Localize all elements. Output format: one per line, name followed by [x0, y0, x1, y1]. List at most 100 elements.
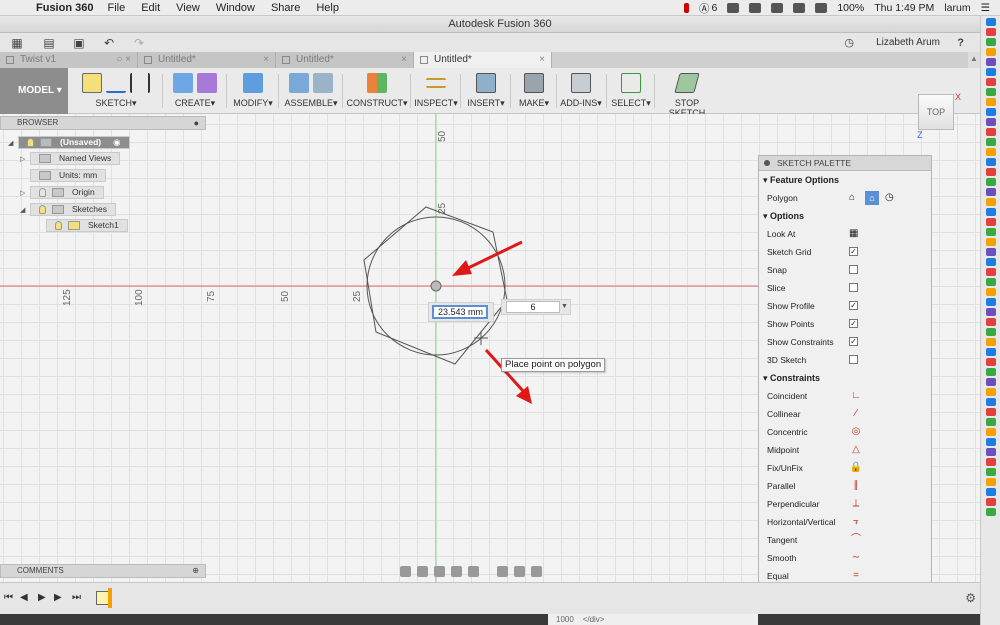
dock-app-icon[interactable]	[985, 438, 996, 446]
timeline-marker[interactable]	[108, 588, 112, 608]
tab-untitled-1[interactable]: Untitled* ×	[138, 52, 276, 68]
create-sketch-icon[interactable]	[82, 73, 102, 93]
dock-app-icon[interactable]	[985, 448, 996, 456]
job-status-icon[interactable]: ◷	[844, 36, 854, 49]
checkbox[interactable]	[849, 283, 858, 292]
visibility-bulb-icon[interactable]	[39, 188, 46, 197]
help-icon[interactable]: ?	[957, 37, 964, 49]
gear-icon[interactable]: ⚙	[965, 591, 976, 605]
timeline-play-icon[interactable]: ▶	[38, 592, 46, 603]
sides-dropdown-icon[interactable]: ▼	[561, 301, 570, 313]
dock-app-icon[interactable]	[985, 238, 996, 246]
horizontal-vertical-icon[interactable]: ⫟	[849, 517, 863, 527]
insert-image-icon[interactable]	[476, 73, 496, 93]
checkbox[interactable]: ✓	[849, 319, 858, 328]
extrude-icon[interactable]	[173, 73, 193, 93]
dock-app-icon[interactable]	[985, 498, 996, 506]
stop-sketch-button[interactable]: STOP SKETCH	[656, 68, 718, 118]
menu-help[interactable]: Help	[316, 2, 339, 14]
add-ins-group[interactable]: ADD-INS▾	[558, 68, 604, 114]
constraint-row-smooth[interactable]: Smooth ∼	[759, 549, 931, 567]
viewcube[interactable]: TOP	[918, 94, 954, 130]
sketch1-node[interactable]: Sketch1	[46, 219, 128, 232]
undo-icon[interactable]: ↶	[102, 37, 116, 49]
user-name[interactable]: Lizabeth Arum	[876, 37, 940, 48]
root-node[interactable]: (Unsaved) ◉	[18, 136, 130, 149]
inscribed-polygon-icon[interactable]: ⌂	[865, 191, 879, 205]
checkbox[interactable]	[849, 355, 858, 364]
dock-app-icon[interactable]	[985, 148, 996, 156]
dock-app-icon[interactable]	[985, 68, 996, 76]
dock-app-icon[interactable]	[985, 18, 996, 26]
constraint-row-concentric[interactable]: Concentric ◎	[759, 423, 931, 441]
dock-app-icon[interactable]	[985, 488, 996, 496]
checkbox[interactable]: ✓	[849, 247, 858, 256]
close-icon[interactable]: ×	[263, 52, 269, 68]
constraint-row-coincident[interactable]: Coincident ∟	[759, 387, 931, 405]
collapse-icon[interactable]: ●	[194, 117, 199, 129]
dock-app-icon[interactable]	[985, 418, 996, 426]
expand-icon[interactable]: ◢	[8, 139, 18, 147]
insert-group[interactable]: INSERT▾	[464, 68, 508, 114]
origin-node[interactable]: Origin	[30, 186, 104, 199]
option-row-show-profile[interactable]: Show Profile ✓	[759, 297, 931, 315]
dock-app-icon[interactable]	[985, 298, 996, 306]
midpoint-icon[interactable]: △	[849, 445, 863, 455]
browser-sketch1[interactable]: Sketch1	[46, 219, 128, 232]
constraint-row-collinear[interactable]: Collinear ⁄	[759, 405, 931, 423]
grid-settings-icon[interactable]	[531, 566, 542, 577]
add-comment-icon[interactable]: ⊕	[192, 565, 199, 577]
dock-app-icon[interactable]	[985, 358, 996, 366]
active-radio-icon[interactable]: ◉	[113, 137, 120, 148]
dimension-icon[interactable]	[130, 73, 150, 93]
workspace-switcher[interactable]: MODEL ▾	[0, 68, 68, 114]
file-icon[interactable]: ▤	[42, 37, 56, 49]
line-icon[interactable]	[106, 73, 126, 93]
clock[interactable]: Thu 1:49 PM	[874, 2, 934, 14]
tangent-icon[interactable]: ⌒	[849, 535, 863, 545]
measure-icon[interactable]	[426, 78, 446, 88]
option-row-show-constraints[interactable]: Show Constraints ✓	[759, 333, 931, 351]
browser-header[interactable]: BROWSER ●	[0, 116, 206, 130]
menu-view[interactable]: View	[176, 2, 200, 14]
cloud-icon[interactable]	[771, 3, 784, 13]
coincident-icon[interactable]: ∟	[849, 391, 863, 401]
sketch-group[interactable]: SKETCH▾	[72, 68, 160, 114]
named-views-node[interactable]: Named Views	[30, 152, 121, 165]
menu-window[interactable]: Window	[216, 2, 255, 14]
expand-icon[interactable]: ◢	[20, 206, 30, 214]
checkbox[interactable]: ✓	[849, 301, 858, 310]
user-menu[interactable]: larum	[944, 2, 970, 14]
browser-units[interactable]: Units: mm	[30, 169, 107, 182]
dock-app-icon[interactable]	[985, 78, 996, 86]
sides-input[interactable]: 6	[506, 301, 560, 313]
dock-app-icon[interactable]	[985, 378, 996, 386]
pan-icon[interactable]	[434, 566, 445, 577]
dock-app-icon[interactable]	[985, 478, 996, 486]
dock-app-icon[interactable]	[985, 288, 996, 296]
timeline-end-icon[interactable]: ⏭	[72, 592, 81, 603]
scripts-icon[interactable]	[571, 73, 591, 93]
battery-percent[interactable]: 100%	[837, 2, 864, 14]
dock-app-icon[interactable]	[985, 248, 996, 256]
home-icon[interactable]	[749, 3, 762, 13]
tab-untitled-active[interactable]: Untitled* ×	[414, 52, 552, 68]
dock-app-icon[interactable]	[985, 388, 996, 396]
parallel-icon[interactable]: ∥	[849, 481, 863, 491]
dock-app-icon[interactable]	[985, 228, 996, 236]
options-header[interactable]: ▾ Options	[759, 207, 931, 225]
dock-app-icon[interactable]	[985, 188, 996, 196]
checkbox[interactable]	[849, 265, 858, 274]
constraints-header[interactable]: ▾ Constraints	[759, 369, 931, 387]
dock-app-icon[interactable]	[985, 178, 996, 186]
diameter-input[interactable]: 23.543 mm	[432, 305, 488, 319]
browser-origin[interactable]: ▷ Origin	[20, 186, 104, 199]
dock-app-icon[interactable]	[985, 48, 996, 56]
dropbox-icon[interactable]	[727, 3, 740, 13]
browser-named-views[interactable]: ▷ Named Views	[20, 152, 121, 165]
dock-app-icon[interactable]	[985, 168, 996, 176]
component-icon[interactable]	[289, 73, 309, 93]
list-icon[interactable]: ☰	[981, 2, 990, 14]
dock-app-icon[interactable]	[985, 218, 996, 226]
comments-header[interactable]: COMMENTS ⊕	[0, 564, 206, 578]
